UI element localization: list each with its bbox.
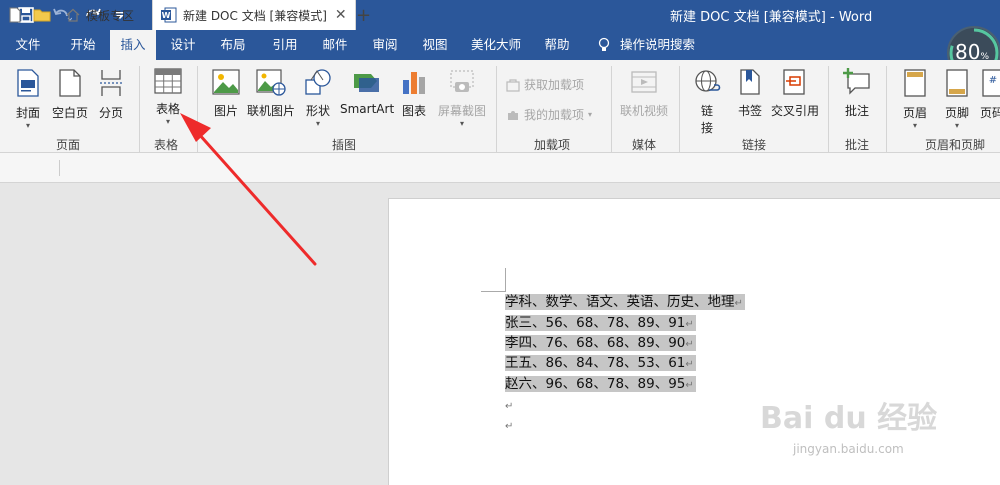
watermark-logo: Bai du 经验 bbox=[760, 401, 938, 436]
watermark-url: jingyan.baidu.com bbox=[793, 442, 904, 456]
